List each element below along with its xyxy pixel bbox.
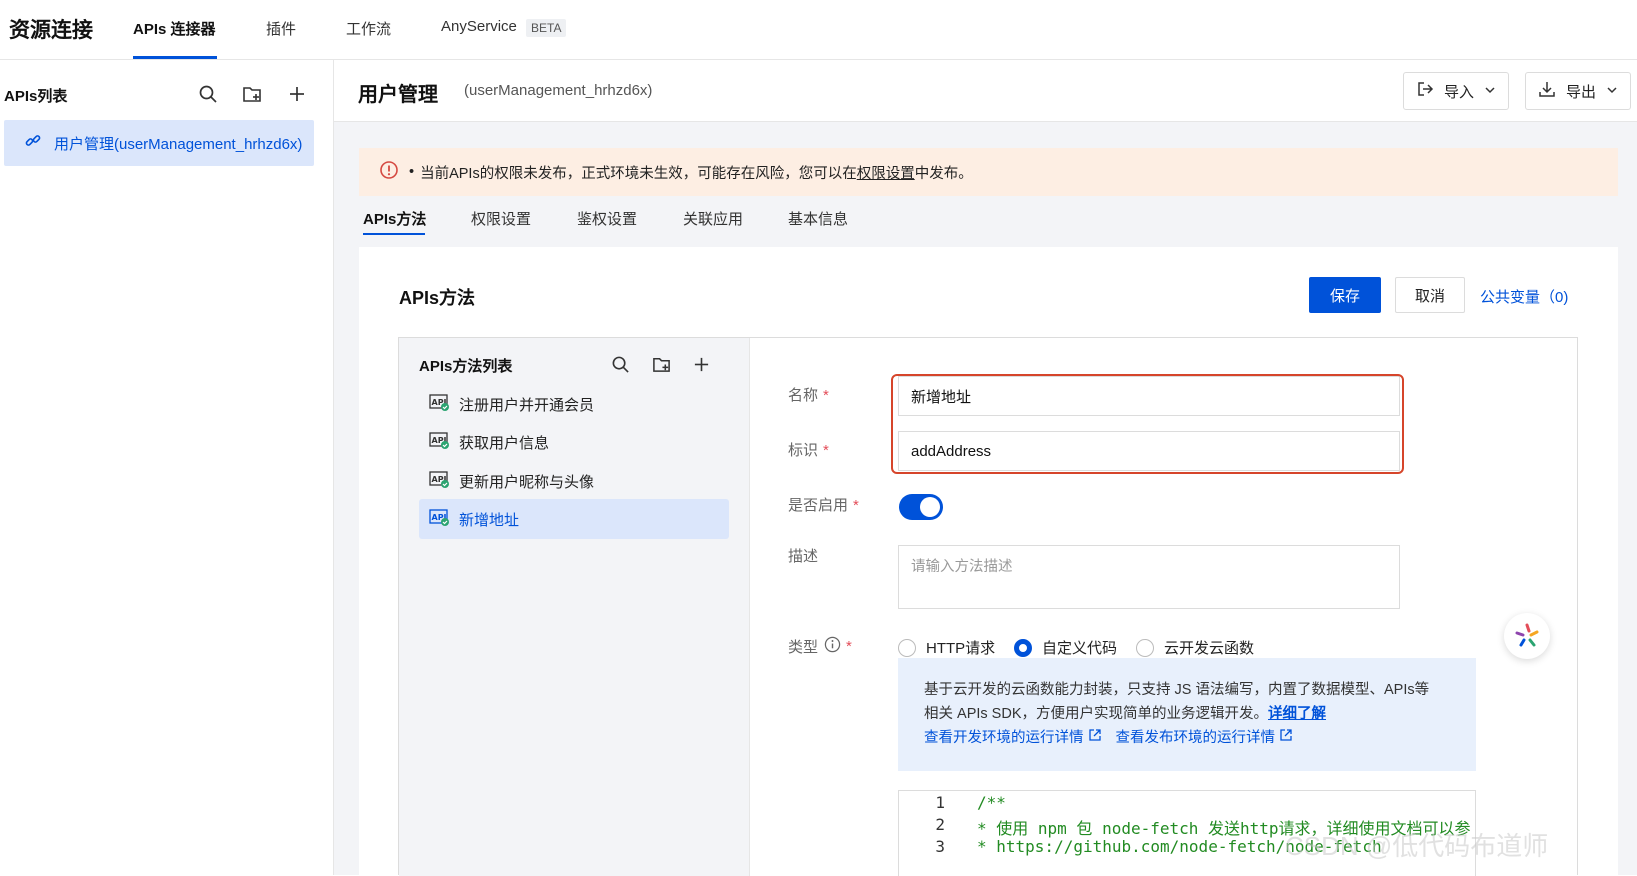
- api-icon: API: [429, 431, 449, 453]
- desc-label: 描述: [788, 548, 819, 565]
- method-item[interactable]: API 获取用户信息: [419, 422, 729, 462]
- active-tab-indicator: [363, 233, 425, 235]
- method-item-selected[interactable]: API 新增地址: [419, 499, 729, 539]
- tab-basic-info[interactable]: 基本信息: [788, 208, 848, 229]
- export-button[interactable]: 导出: [1525, 72, 1632, 110]
- api-icon: API: [429, 470, 449, 492]
- tab-permissions[interactable]: 权限设置: [471, 208, 531, 229]
- tab-linked-apps[interactable]: 关联应用: [683, 208, 743, 229]
- download-icon: [1538, 80, 1556, 102]
- method-form: 名称 * 新增地址 标识 * addAddress 是否启用 * 描述 请输入方法描述…: [750, 338, 1579, 876]
- add-icon[interactable]: [285, 82, 309, 106]
- assistant-icon[interactable]: [1504, 613, 1550, 659]
- info-icon[interactable]: [824, 636, 841, 657]
- public-variables-link[interactable]: 公共变量（0): [1480, 286, 1568, 307]
- sidebar-title: APIs列表: [4, 88, 68, 105]
- info-line-1: 基于云开发的云函数能力封装，只支持 JS 语法编写，内置了数据模型、APIs等: [924, 682, 1430, 698]
- radio-http[interactable]: HTTP请求: [898, 637, 995, 658]
- bullet: •: [409, 164, 415, 180]
- active-tab-indicator: [133, 56, 217, 59]
- import-button[interactable]: 导入: [1403, 72, 1510, 110]
- search-icon[interactable]: [196, 82, 220, 106]
- tab-anyservice[interactable]: AnyService: [441, 18, 517, 35]
- tab-apis-connector[interactable]: APIs 连接器: [133, 18, 216, 39]
- permission-alert: • 当前APIs的权限未发布，正式环境未生效，可能存在风险，您可以在 权限设置 中发…: [359, 148, 1618, 196]
- export-label: 导出: [1566, 83, 1597, 101]
- radio-cloud-function[interactable]: 云开发云函数: [1136, 637, 1254, 658]
- api-icon: API: [429, 508, 449, 530]
- page-header: 用户管理 (userManagement_hrhzd6x) 导入 导出: [334, 60, 1637, 122]
- highlight-box: [891, 374, 1404, 474]
- radio-custom-code[interactable]: 自定义代码: [1014, 637, 1117, 658]
- enabled-label: 是否启用 *: [788, 497, 859, 514]
- chevron-down-icon: [1484, 83, 1496, 100]
- methods-editor: APIs方法列表 API 注册用户并开通会员 API 获取用户信息 API 更新…: [398, 337, 1579, 876]
- name-label: 名称 *: [788, 387, 829, 404]
- method-item[interactable]: API 更新用户昵称与头像: [419, 461, 729, 501]
- method-label: 注册用户并开通会员: [459, 396, 595, 414]
- alert-text-end: 中发布。: [914, 165, 973, 182]
- method-label: 获取用户信息: [459, 434, 550, 452]
- tab-api-methods[interactable]: APIs方法: [363, 208, 426, 229]
- method-list-title: APIs方法列表: [419, 358, 513, 375]
- brand-title: 资源连接: [9, 19, 93, 42]
- external-link-icon: [1279, 729, 1293, 746]
- chevron-down-icon: [1606, 83, 1618, 100]
- type-info-box: 基于云开发的云函数能力封装，只支持 JS 语法编写，内置了数据模型、APIs等 …: [898, 658, 1476, 771]
- page-title: 用户管理: [358, 84, 438, 106]
- methods-card: APIs方法 保存 取消 公共变量（0) APIs方法列表 API 注册用户并开…: [359, 247, 1618, 876]
- new-folder-icon[interactable]: [649, 352, 673, 376]
- method-list-panel: APIs方法列表 API 注册用户并开通会员 API 获取用户信息 API 更新…: [399, 338, 750, 876]
- warning-icon: [379, 160, 399, 184]
- enabled-toggle[interactable]: [899, 494, 943, 520]
- method-label: 更新用户昵称与头像: [459, 473, 595, 491]
- link-icon: [24, 132, 42, 155]
- tab-plugins[interactable]: 插件: [266, 18, 296, 39]
- description-input[interactable]: 请输入方法描述: [898, 545, 1400, 609]
- sidebar-item-label: 用户管理(userManagement_hrhzd6x): [54, 135, 303, 153]
- beta-badge: BETA: [526, 19, 567, 37]
- radio-label: 云开发云函数: [1164, 640, 1255, 657]
- import-label: 导入: [1444, 83, 1475, 101]
- dev-run-details-link[interactable]: 查看开发环境的运行详情: [924, 726, 1102, 750]
- radio-label: HTTP请求: [926, 640, 996, 657]
- info-line-2: 相关 APIs SDK，方便用户实现简单的业务逻辑开发。: [924, 706, 1268, 722]
- radio-label: 自定义代码: [1042, 640, 1118, 657]
- prod-run-details-link[interactable]: 查看发布环境的运行详情: [1116, 726, 1294, 750]
- card-title: APIs方法: [399, 288, 476, 308]
- add-icon[interactable]: [689, 352, 713, 376]
- api-sidebar: APIs列表 用户管理(userManagement_hrhzd6x): [0, 60, 334, 875]
- id-label: 标识 *: [788, 442, 829, 459]
- code-line: 1/**: [935, 793, 1006, 812]
- type-label: 类型 *: [788, 636, 852, 657]
- search-icon[interactable]: [608, 352, 632, 376]
- import-icon: [1416, 80, 1434, 102]
- external-link-icon: [1088, 729, 1102, 746]
- watermark: CSDN @低代码布道师: [1285, 831, 1549, 861]
- cancel-button[interactable]: 取消: [1395, 277, 1465, 313]
- learn-more-link[interactable]: 详细了解: [1268, 706, 1326, 722]
- method-item[interactable]: API 注册用户并开通会员: [419, 384, 729, 424]
- tab-auth[interactable]: 鉴权设置: [577, 208, 637, 229]
- sidebar-item-user-management[interactable]: 用户管理(userManagement_hrhzd6x): [4, 120, 314, 166]
- api-icon: API: [429, 393, 449, 415]
- permission-settings-link[interactable]: 权限设置: [857, 162, 915, 183]
- top-nav: 资源连接 APIs 连接器 插件 工作流 AnyService BETA: [0, 0, 1637, 60]
- tab-workflow[interactable]: 工作流: [346, 18, 391, 39]
- page-subtitle: (userManagement_hrhzd6x): [464, 82, 653, 99]
- method-label: 新增地址: [459, 511, 520, 529]
- save-button[interactable]: 保存: [1309, 277, 1381, 313]
- new-folder-icon[interactable]: [240, 82, 264, 106]
- alert-text: 当前APIs的权限未发布，正式环境未生效，可能存在风险，您可以在: [420, 165, 857, 182]
